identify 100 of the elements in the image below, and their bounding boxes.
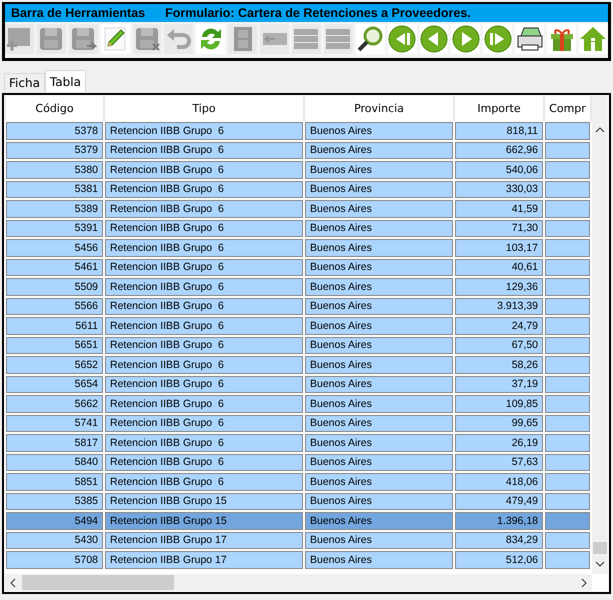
table-row[interactable]: 5651 Retencion IIBB Grupo 6 Buenos Aires 67,50 xyxy=(5,336,592,355)
table-cell: 5494 xyxy=(6,512,103,530)
table-row[interactable]: 5461 Retencion IIBB Grupo 6 Buenos Aires 40,61 xyxy=(5,258,592,277)
table-row[interactable]: 5741 Retencion IIBB Grupo 6 Buenos Aires 99,65 xyxy=(5,414,592,433)
table-cell xyxy=(545,180,590,198)
table-cell: Retencion IIBB Grupo 6 xyxy=(105,414,303,432)
table-cell xyxy=(545,512,590,530)
table-cell: Buenos Aires xyxy=(305,220,453,237)
table-cell: Retencion IIBB Grupo 6 xyxy=(105,161,303,178)
table-row[interactable]: 5851 Retencion IIBB Grupo 6 Buenos Aires 418,06 xyxy=(5,472,592,492)
table-cell: Buenos Aires xyxy=(305,180,453,198)
table-cell: Buenos Aires xyxy=(305,142,453,159)
table-cell: 5430 xyxy=(6,532,103,549)
table-cell: 330,03 xyxy=(455,180,543,198)
table-cell: Retencion IIBB Grupo 6 xyxy=(105,180,303,198)
scroll-down-icon[interactable] xyxy=(595,560,605,568)
column-header[interactable]: Compr xyxy=(545,96,590,121)
table-cell: Buenos Aires xyxy=(305,512,453,530)
table-cell: Buenos Aires xyxy=(305,356,453,374)
table-cell: 57,63 xyxy=(455,454,543,471)
horizontal-scrollbar[interactable] xyxy=(5,574,592,591)
table-cell: Buenos Aires xyxy=(305,376,453,393)
table-row[interactable]: 5654 Retencion IIBB Grupo 6 Buenos Aires 37,19 xyxy=(5,374,592,394)
table-row[interactable]: 5456 Retencion IIBB Grupo 6 Buenos Aires 103,17 xyxy=(5,238,592,258)
table-cell: 5566 xyxy=(6,298,103,315)
table-cell: 5381 xyxy=(6,180,103,198)
table-row[interactable]: 5494 Retencion IIBB Grupo 15 Buenos Aires 1.396,18 xyxy=(5,511,592,530)
table-cell: Retencion IIBB Grupo 6 xyxy=(105,434,303,452)
table-cell xyxy=(545,317,590,334)
table-cell: 129,36 xyxy=(455,278,543,296)
table-cell: 512,06 xyxy=(455,551,543,568)
table-cell: Buenos Aires xyxy=(305,317,453,334)
table-row[interactable]: 5385 Retencion IIBB Grupo 15 Buenos Aires 479,49 xyxy=(5,492,592,511)
table-cell: Buenos Aires xyxy=(305,414,453,432)
table-cell: 3.913,39 xyxy=(455,298,543,315)
table-cell: 540,06 xyxy=(455,161,543,178)
toolbar-button[interactable] xyxy=(356,24,385,54)
column-header[interactable]: Importe xyxy=(455,96,543,121)
table-cell: Retencion IIBB Grupo 6 xyxy=(105,395,303,412)
vertical-scrollbar[interactable] xyxy=(592,96,608,574)
table-cell: 5652 xyxy=(6,356,103,374)
table-cell: 5651 xyxy=(6,336,103,354)
table-cell: 5851 xyxy=(6,473,103,490)
table-cell xyxy=(545,142,590,159)
table-cell: 99,65 xyxy=(455,414,543,432)
search-icon xyxy=(356,25,384,53)
scrollbar-thumb[interactable] xyxy=(22,575,174,590)
table-cell xyxy=(545,454,590,471)
table-cell: Retencion IIBB Grupo 6 xyxy=(105,200,303,218)
table-row[interactable]: 5391 Retencion IIBB Grupo 6 Buenos Aires 71,30 xyxy=(5,218,592,238)
table-cell xyxy=(545,239,590,256)
column-header[interactable]: Tipo xyxy=(105,96,303,121)
scrollbar-thumb[interactable] xyxy=(593,542,607,554)
table-row[interactable]: 5708 Retencion IIBB Grupo 17 Buenos Aires 512,06 xyxy=(5,550,592,570)
scroll-up-icon[interactable] xyxy=(595,126,605,134)
scroll-left-icon[interactable] xyxy=(9,578,17,588)
table-row[interactable]: 5662 Retencion IIBB Grupo 6 Buenos Aires 109,85 xyxy=(5,394,592,414)
table-cell: Buenos Aires xyxy=(305,492,453,510)
table-cell: Retencion IIBB Grupo 15 xyxy=(105,492,303,510)
tab[interactable]: Tabla xyxy=(44,70,86,92)
table-cell: Buenos Aires xyxy=(305,161,453,178)
table-cell: Buenos Aires xyxy=(305,551,453,568)
table-cell: Retencion IIBB Grupo 6 xyxy=(105,220,303,237)
table-cell: Retencion IIBB Grupo 6 xyxy=(105,454,303,471)
table-row[interactable]: 5381 Retencion IIBB Grupo 6 Buenos Aires 330,03 xyxy=(5,180,592,199)
table-row[interactable]: 5509 Retencion IIBB Grupo 6 Buenos Aires 129,36 xyxy=(5,277,592,296)
table-cell: 5662 xyxy=(6,395,103,412)
toolbar-button[interactable] xyxy=(515,24,544,54)
next-icon xyxy=(452,25,480,53)
table-cell xyxy=(545,434,590,452)
table-row[interactable]: 5430 Retencion IIBB Grupo 17 Buenos Aires 834,29 xyxy=(5,530,592,550)
table-row[interactable]: 5380 Retencion IIBB Grupo 6 Buenos Aires 540,06 xyxy=(5,160,592,180)
table-row[interactable]: 5379 Retencion IIBB Grupo 6 Buenos Aires 662,96 xyxy=(5,140,592,160)
table-cell: Retencion IIBB Grupo 15 xyxy=(105,512,303,530)
table-row[interactable]: 5840 Retencion IIBB Grupo 6 Buenos Aires 57,63 xyxy=(5,452,592,472)
printer-icon xyxy=(516,25,544,53)
table-cell: Buenos Aires xyxy=(305,278,453,296)
table-cell xyxy=(545,122,590,140)
table-row[interactable]: 5389 Retencion IIBB Grupo 6 Buenos Aires 41,59 xyxy=(5,199,592,218)
column-header[interactable]: Código xyxy=(6,96,103,121)
table-cell: Retencion IIBB Grupo 6 xyxy=(105,336,303,354)
table-cell: Buenos Aires xyxy=(305,454,453,471)
column-header[interactable]: Provincia xyxy=(305,96,453,121)
tab[interactable]: Ficha xyxy=(4,73,45,92)
form-title: Formulario: Cartera de Retenciones a Proveedores. xyxy=(165,6,471,20)
table-cell: Retencion IIBB Grupo 6 xyxy=(105,376,303,393)
skip-back-icon xyxy=(388,25,416,53)
table-cell: Buenos Aires xyxy=(305,336,453,354)
table-row[interactable]: 5817 Retencion IIBB Grupo 6 Buenos Aires 26,19 xyxy=(5,433,592,452)
table-cell: Retencion IIBB Grupo 6 xyxy=(105,122,303,140)
table-cell: 1.396,18 xyxy=(455,512,543,530)
table-row[interactable]: 5611 Retencion IIBB Grupo 6 Buenos Aires 24,79 xyxy=(5,316,592,336)
table-row[interactable]: 5652 Retencion IIBB Grupo 6 Buenos Aires 58,26 xyxy=(5,355,592,374)
table-cell xyxy=(545,376,590,393)
table-row[interactable]: 5378 Retencion IIBB Grupo 6 Buenos Aires 818,11 xyxy=(5,121,592,140)
table-cell: 5456 xyxy=(6,239,103,256)
table-cell: 5708 xyxy=(6,551,103,568)
table-row[interactable]: 5566 Retencion IIBB Grupo 6 Buenos Aires 3.913,39 xyxy=(5,296,592,316)
scroll-right-icon[interactable] xyxy=(580,578,588,588)
table-cell: Retencion IIBB Grupo 6 xyxy=(105,317,303,334)
